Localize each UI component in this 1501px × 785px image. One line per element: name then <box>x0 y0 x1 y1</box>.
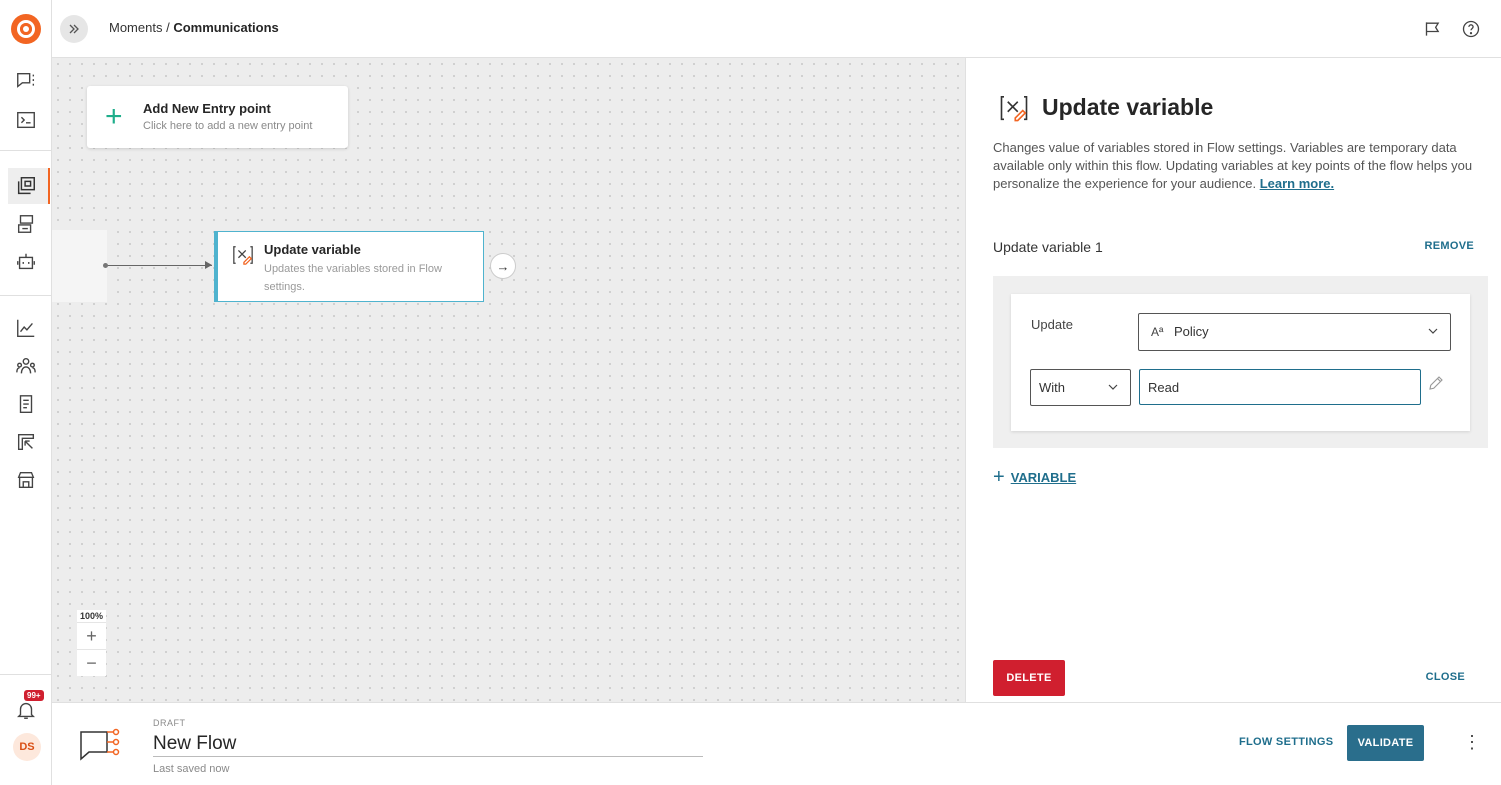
node-title: Update variable <box>264 242 361 257</box>
flow-footer: DRAFT New Flow Last saved now FLOW SETTI… <box>52 702 1501 785</box>
update-label: Update <box>1031 317 1073 332</box>
entry-card-title: Add New Entry point <box>143 101 271 116</box>
update-variable-icon <box>233 246 253 265</box>
help-icon[interactable] <box>1461 19 1481 39</box>
variable-section-title: Update variable 1 <box>993 239 1103 255</box>
variable-select-value: Policy <box>1174 324 1209 339</box>
reports-icon[interactable] <box>14 392 38 416</box>
more-options-icon[interactable]: ⋮ <box>1463 733 1481 751</box>
add-variable-button[interactable]: + VARIABLE <box>993 466 1077 488</box>
flow-settings-button[interactable]: FLOW SETTINGS <box>1239 736 1333 748</box>
flow-canvas[interactable]: + Add New Entry point Click here to add … <box>52 58 965 702</box>
top-header: Moments / Communications <box>52 0 1501 58</box>
bell-icon[interactable] <box>14 698 38 722</box>
update-variable-icon <box>1000 95 1028 122</box>
close-button[interactable]: CLOSE <box>1426 671 1465 683</box>
rail-divider <box>0 150 52 151</box>
conversations-icon[interactable] <box>14 69 38 93</box>
announcement-icon[interactable] <box>1424 19 1444 39</box>
breadcrumb: Moments / Communications <box>109 20 279 35</box>
left-nav-rail: 99+ DS <box>0 0 52 785</box>
node-subtitle: Updates the variables stored in Flow set… <box>264 263 442 293</box>
app-logo[interactable] <box>11 14 41 44</box>
flow-chat-icon <box>80 728 120 761</box>
add-entry-point-card[interactable]: + Add New Entry point Click here to add … <box>87 86 348 148</box>
variable-select[interactable]: Aª Policy <box>1138 313 1451 351</box>
templates-icon[interactable] <box>14 212 38 236</box>
plus-icon: + <box>993 466 1005 488</box>
update-variable-node[interactable]: Update variable Updates the variables st… <box>214 231 484 302</box>
operation-select-value: With <box>1039 380 1065 395</box>
breadcrumb-parent[interactable]: Moments <box>109 20 162 35</box>
terminal-icon[interactable] <box>14 108 38 132</box>
last-saved-text: Last saved now <box>153 763 230 775</box>
zoom-out-button[interactable]: − <box>77 649 106 676</box>
rail-divider <box>0 674 52 675</box>
flow-status: DRAFT <box>153 718 186 728</box>
delete-button[interactable]: DELETE <box>993 660 1065 696</box>
rail-divider <box>0 295 52 296</box>
plus-icon: + <box>105 100 123 133</box>
learn-more-link[interactable]: Learn more. <box>1260 176 1334 191</box>
bot-icon[interactable] <box>14 250 38 274</box>
notification-badge: 99+ <box>24 690 44 701</box>
variable-value-input[interactable] <box>1139 369 1421 405</box>
validate-button[interactable]: VALIDATE <box>1347 725 1424 761</box>
app-root: 99+ DS Moments / Communications + Add Ne… <box>0 0 1501 785</box>
variable-config-box: Update Aª Policy With <box>993 276 1488 448</box>
pencil-icon[interactable] <box>1427 374 1445 392</box>
remove-variable-button[interactable]: REMOVE <box>1425 240 1474 252</box>
apps-icon[interactable] <box>14 430 38 454</box>
expand-sidebar-button[interactable] <box>60 15 88 43</box>
flow-name-input[interactable]: New Flow <box>153 733 703 757</box>
zoom-in-button[interactable]: + <box>77 622 106 649</box>
analytics-icon[interactable] <box>14 316 38 340</box>
marketplace-icon[interactable] <box>14 468 38 492</box>
text-type-icon: Aª <box>1151 325 1164 339</box>
variable-config-card: Update Aª Policy With <box>1011 294 1470 431</box>
people-icon[interactable] <box>14 354 38 378</box>
update-variable-panel: Update variable Changes value of variabl… <box>965 58 1501 702</box>
user-avatar[interactable]: DS <box>13 733 41 761</box>
moments-icon[interactable] <box>14 174 38 198</box>
operation-select[interactable]: With <box>1030 369 1131 406</box>
panel-description: Changes value of variables stored in Flo… <box>993 139 1483 193</box>
zoom-level: 100% <box>77 610 106 622</box>
panel-description-text: Changes value of variables stored in Flo… <box>993 140 1473 191</box>
add-variable-label: VARIABLE <box>1010 469 1077 485</box>
breadcrumb-current: Communications <box>173 20 279 35</box>
node-output-arrow-icon[interactable]: → <box>490 253 516 279</box>
chevron-down-icon <box>1428 328 1438 334</box>
entry-card-subtitle: Click here to add a new entry point <box>143 120 313 132</box>
zoom-control: 100% + − <box>77 610 106 676</box>
chevron-down-icon <box>1108 384 1118 390</box>
previous-node-placeholder[interactable] <box>52 230 107 302</box>
breadcrumb-separator: / <box>162 20 174 35</box>
double-chevron-right-icon <box>69 24 79 34</box>
panel-title: Update variable <box>1042 94 1214 120</box>
node-connector-arrow <box>103 261 212 269</box>
